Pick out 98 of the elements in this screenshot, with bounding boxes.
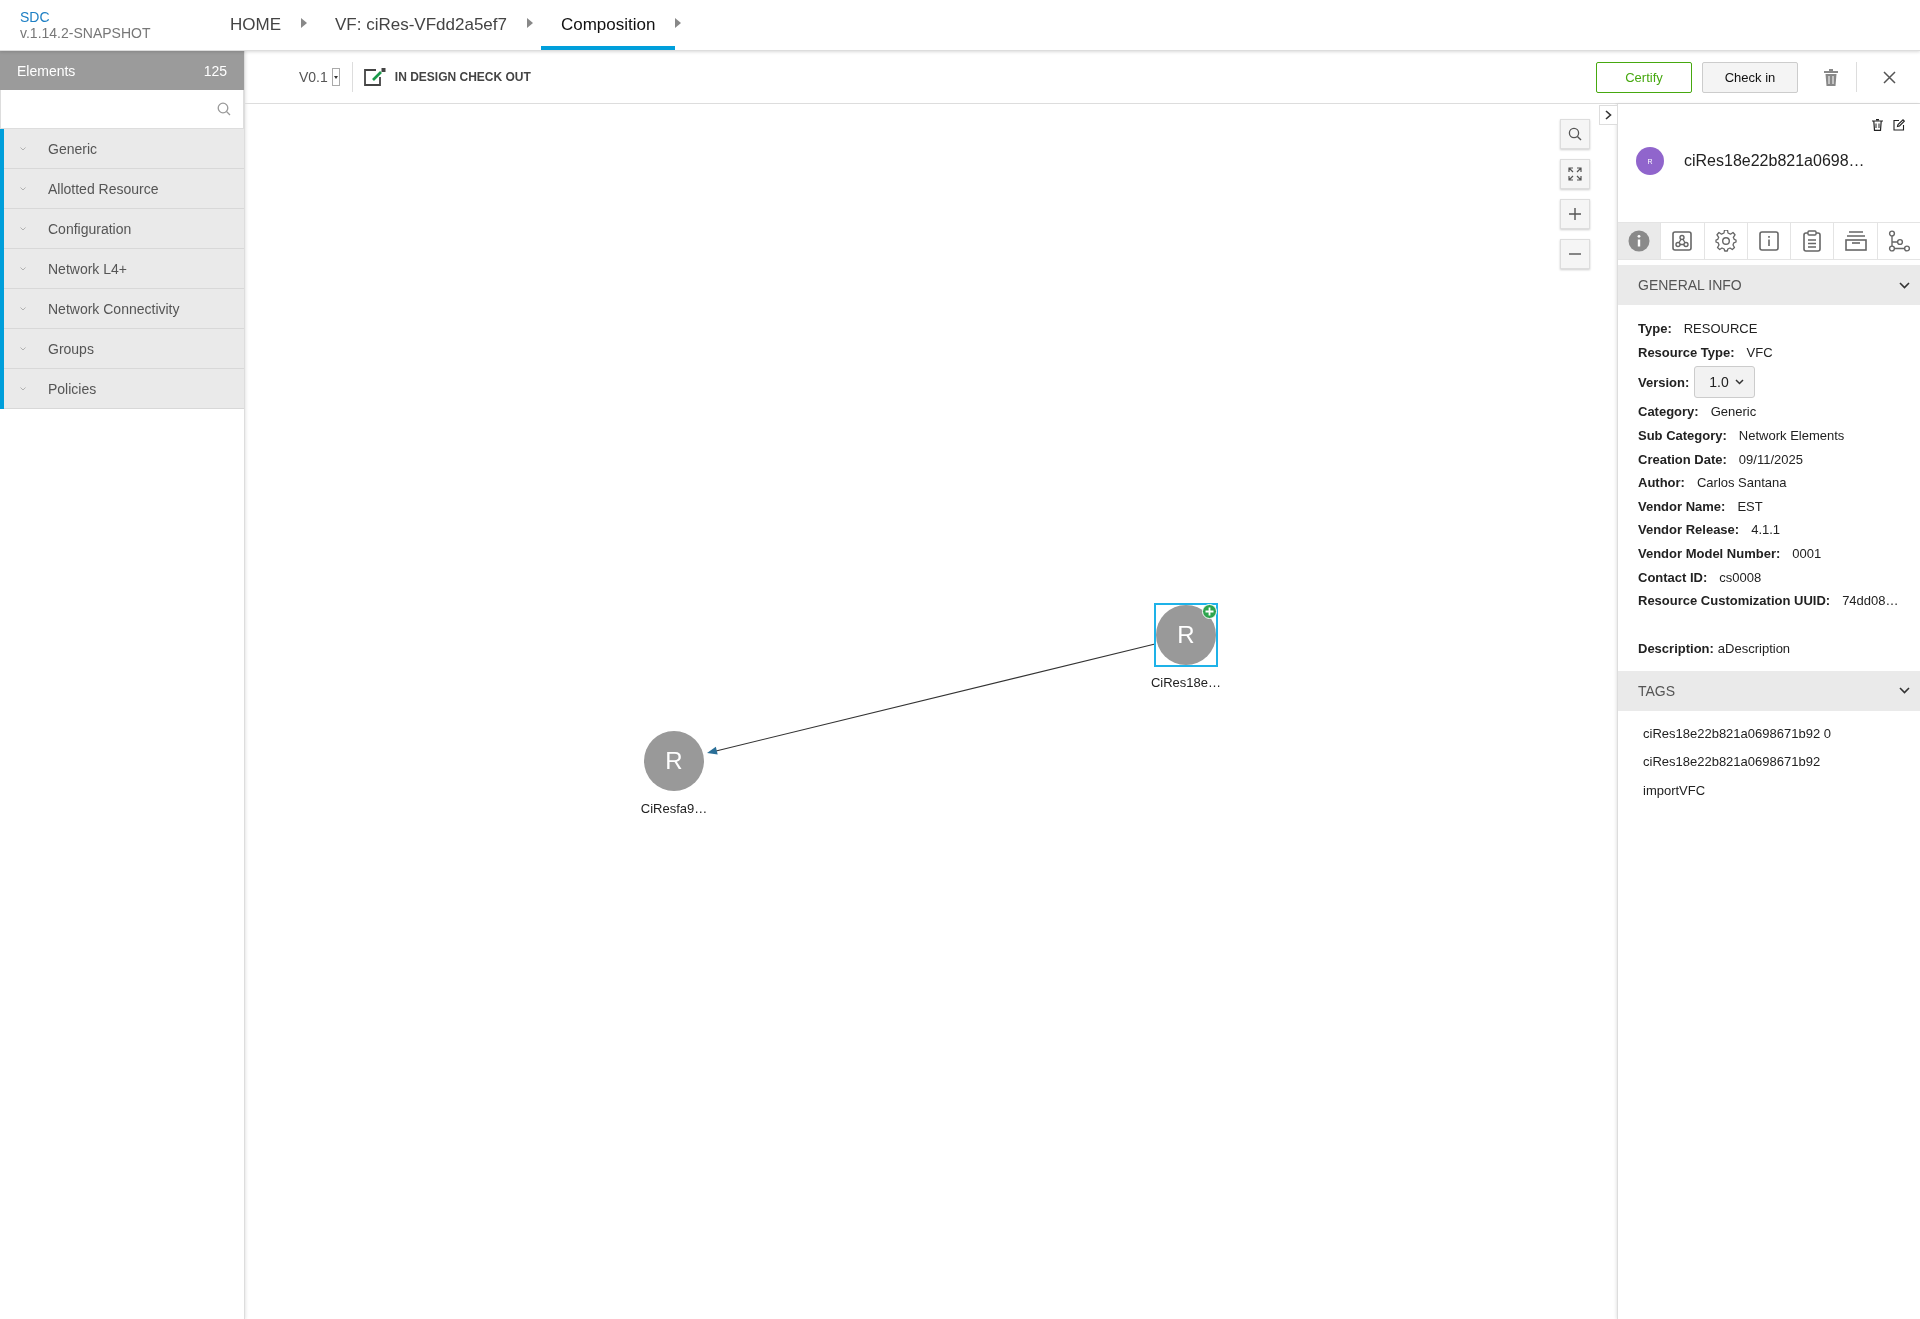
field-value: 09/11/2025 [1738, 451, 1803, 467]
zoom-out-button[interactable] [1560, 239, 1590, 269]
settings-icon [1714, 230, 1737, 252]
tag-label: ciRes18e22b821a0698671b92 [1643, 753, 1822, 772]
version-select[interactable]: 1.0 [1694, 366, 1755, 399]
collapse-panel-button[interactable] [1599, 105, 1617, 125]
component-name: ciRes18e22b821a0698… [1684, 152, 1865, 170]
field-value: Network Elements [1738, 428, 1845, 444]
section-header[interactable]: GENERAL INFO [1618, 265, 1920, 305]
chevron-icon [20, 346, 26, 351]
field-label: Category: [1638, 404, 1699, 420]
field-label: Creation Date: [1638, 451, 1727, 467]
expand-icon [1568, 167, 1582, 181]
field-value: Carlos Santana [1696, 475, 1787, 491]
field-value: cs0008 [1719, 569, 1762, 585]
search-button[interactable] [1560, 119, 1590, 149]
tray-icon [1844, 231, 1867, 251]
field-value: 4.1.1 [1751, 522, 1781, 538]
category-label: Configuration [48, 220, 132, 237]
field-value: 74dd08… [1842, 593, 1899, 609]
clipboard-icon [1803, 230, 1822, 252]
category-item[interactable]: Configuration [4, 209, 244, 249]
caret-icon[interactable] [675, 18, 682, 28]
chevron-icon [20, 186, 26, 191]
category-item[interactable]: Network L4+ [4, 249, 244, 289]
version-dropdown[interactable]: V0.1 [299, 68, 340, 86]
caret-icon [331, 68, 340, 86]
breadcrumb-link[interactable]: HOME [210, 0, 301, 50]
trash-icon[interactable] [1872, 119, 1883, 131]
chevron-icon [1734, 379, 1744, 386]
category-label: Generic [48, 140, 98, 157]
fit-button[interactable] [1560, 159, 1590, 189]
section-title: TAGS [1638, 682, 1676, 699]
tag-label: importVFC [1643, 781, 1707, 800]
node-label: CiRes18e… [1149, 675, 1223, 690]
panel-tab[interactable] [1618, 223, 1662, 259]
field-label: Type: [1638, 321, 1672, 337]
elements-count: 125 [203, 62, 227, 79]
caret-icon[interactable] [301, 18, 307, 28]
info-icon [1628, 230, 1651, 252]
field-value: aDescription [1717, 640, 1791, 656]
edit-icon[interactable] [1893, 119, 1905, 131]
zoom-in-button[interactable] [1560, 199, 1590, 229]
edit-icon [362, 67, 387, 87]
field-label: Vendor Release: [1638, 522, 1740, 538]
close-icon[interactable] [1883, 70, 1896, 84]
breadcrumb-link[interactable]: Composition [540, 0, 676, 50]
field-label: Sub Category: [1638, 428, 1727, 444]
field-label: Vendor Model Number: [1638, 546, 1781, 562]
network-icon [1672, 231, 1693, 251]
section-title: GENERAL INFO [1638, 277, 1742, 293]
field-value: 0001 [1792, 546, 1822, 562]
add-icon[interactable] [1202, 604, 1217, 619]
field-label: Version: [1638, 374, 1690, 390]
check-in-button[interactable]: Check in [1702, 61, 1798, 93]
field-value: VFC [1746, 344, 1773, 360]
category-item[interactable]: Generic [4, 129, 244, 169]
app-version: v.1.14.2-SNAPSHOT [20, 24, 152, 41]
category-item[interactable]: Groups [4, 329, 244, 369]
chevron-icon [20, 226, 26, 231]
field-label: Vendor Name: [1638, 498, 1726, 514]
category-label: Network L4+ [48, 260, 127, 277]
branch-icon [1887, 230, 1910, 252]
chevron-icon [20, 306, 26, 311]
section-header[interactable]: TAGS [1618, 670, 1920, 711]
elements-title: Elements [17, 62, 76, 79]
field-label: Contact ID: [1638, 569, 1708, 585]
tag-label: ciRes18e22b821a0698671b92 0 [1643, 724, 1832, 743]
field-label: Author: [1638, 475, 1685, 491]
field-label: Description: [1638, 640, 1714, 656]
category-item[interactable]: Policies [4, 369, 244, 409]
node-label: CiResfa9… [639, 801, 709, 816]
breadcrumb-link[interactable]: VF: ciRes-VFdd2a5ef7 [315, 0, 527, 50]
chevron-icon [20, 266, 26, 271]
field-value: RESOURCE [1683, 321, 1758, 337]
category-label: Policies [48, 380, 97, 397]
plus-icon [1569, 208, 1581, 220]
chevron-icon [20, 146, 26, 151]
search-icon [1568, 127, 1582, 141]
search-icon [217, 102, 231, 116]
minus-icon [1569, 253, 1581, 255]
chevron-icon [1605, 110, 1612, 120]
info-icon [1759, 231, 1779, 251]
app-logo-text: SDC [20, 9, 51, 25]
chevron-icon [20, 386, 26, 391]
caret-icon[interactable] [526, 18, 533, 28]
field-label: Resource Type: [1638, 344, 1735, 360]
status-label: IN DESIGN CHECK OUT [394, 70, 531, 84]
chevron-icon [1899, 687, 1910, 695]
category-item[interactable]: Allotted Resource [4, 169, 244, 209]
chevron-icon [1899, 281, 1910, 289]
field-value: Generic [1710, 404, 1757, 420]
category-label: Network Connectivity [48, 300, 180, 317]
category-label: Allotted Resource [48, 180, 159, 197]
category-label: Groups [48, 340, 94, 357]
category-item[interactable]: Network Connectivity [4, 289, 244, 329]
field-label: Resource Customization UUID: [1638, 593, 1831, 609]
field-value: EST [1737, 498, 1763, 514]
